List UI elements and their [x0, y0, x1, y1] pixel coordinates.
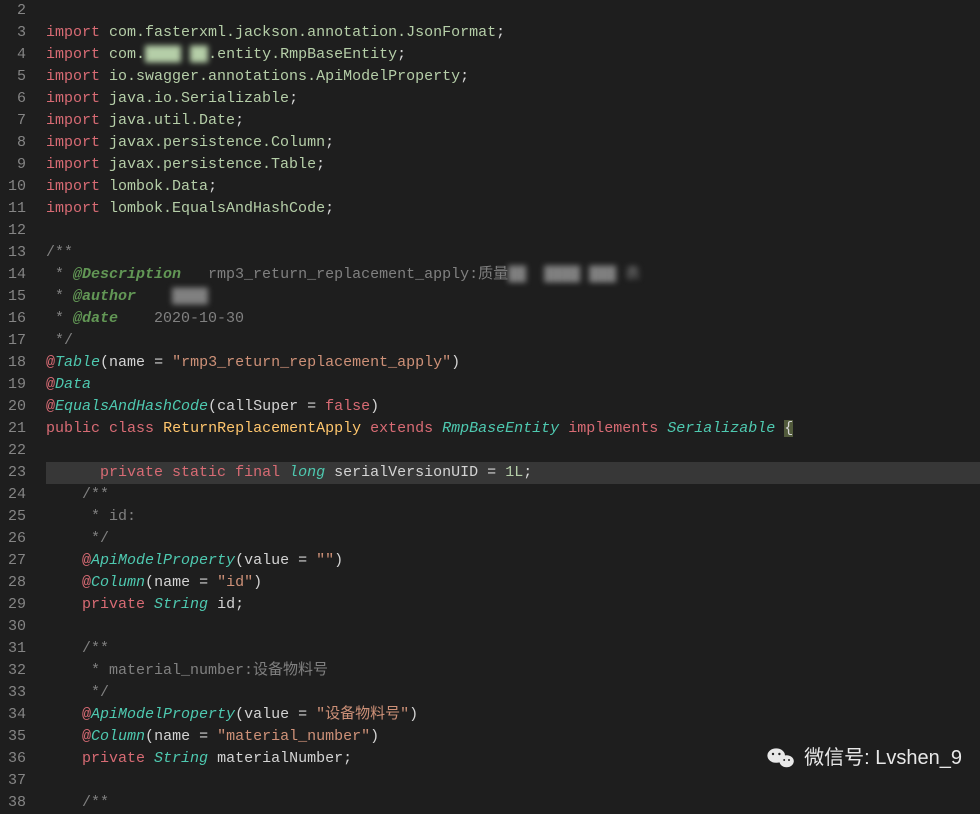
code-line: */: [46, 528, 980, 550]
line-number: 25: [0, 506, 26, 528]
line-number: 29: [0, 594, 26, 616]
code-line: [46, 616, 980, 638]
line-number: 8: [0, 132, 26, 154]
line-number: 15: [0, 286, 26, 308]
line-number: 31: [0, 638, 26, 660]
code-line: private static final long serialVersionU…: [46, 462, 980, 484]
watermark: 微信号: Lvshen_9: [766, 746, 962, 770]
code-line: import com.fasterxml.jackson.annotation.…: [46, 22, 980, 44]
code-line: import lombok.EqualsAndHashCode;: [46, 198, 980, 220]
line-number: 9: [0, 154, 26, 176]
line-number: 36: [0, 748, 26, 770]
code-line: [46, 440, 980, 462]
line-number: 23: [0, 462, 26, 484]
line-number: 20: [0, 396, 26, 418]
code-line: @Column(name = "id"): [46, 572, 980, 594]
code-line: @EqualsAndHashCode(callSuper = false): [46, 396, 980, 418]
line-number: 22: [0, 440, 26, 462]
line-number: 37: [0, 770, 26, 792]
line-number: 11: [0, 198, 26, 220]
line-number: 16: [0, 308, 26, 330]
line-number: 2: [0, 0, 26, 22]
line-number: 26: [0, 528, 26, 550]
code-line: public class ReturnReplacementApply exte…: [46, 418, 980, 440]
code-line: [46, 770, 980, 792]
code-line: */: [46, 682, 980, 704]
line-number: 13: [0, 242, 26, 264]
code-line: import java.io.Serializable;: [46, 88, 980, 110]
line-number: 17: [0, 330, 26, 352]
code-line: * material_number:设备物料号: [46, 660, 980, 682]
code-editor: 2345678910111213141516171819202122232425…: [0, 0, 980, 794]
line-number: 33: [0, 682, 26, 704]
line-number: 35: [0, 726, 26, 748]
code-line: import java.util.Date;: [46, 110, 980, 132]
line-number: 19: [0, 374, 26, 396]
line-number: 32: [0, 660, 26, 682]
code-line: /**: [46, 242, 980, 264]
code-line: */: [46, 330, 980, 352]
line-number: 27: [0, 550, 26, 572]
line-number: 34: [0, 704, 26, 726]
line-number: 38: [0, 792, 26, 814]
code-line: [46, 0, 980, 22]
line-number: 14: [0, 264, 26, 286]
code-line: @ApiModelProperty(value = ""): [46, 550, 980, 572]
code-line: /**: [46, 484, 980, 506]
watermark-text: 微信号: Lvshen_9: [804, 747, 962, 769]
code-line: /**: [46, 638, 980, 660]
line-number: 30: [0, 616, 26, 638]
line-number: 10: [0, 176, 26, 198]
code-line: * id:: [46, 506, 980, 528]
code-area[interactable]: import com.fasterxml.jackson.annotation.…: [36, 0, 980, 794]
line-number: 4: [0, 44, 26, 66]
wechat-icon: [766, 746, 796, 770]
line-number: 12: [0, 220, 26, 242]
code-line: * @date 2020-10-30: [46, 308, 980, 330]
code-line: * @Description rmp3_return_replacement_a…: [46, 264, 980, 286]
code-line: @Table(name = "rmp3_return_replacement_a…: [46, 352, 980, 374]
code-line: * @author ████: [46, 286, 980, 308]
code-line: import javax.persistence.Column;: [46, 132, 980, 154]
code-line: import javax.persistence.Table;: [46, 154, 980, 176]
line-number: 18: [0, 352, 26, 374]
line-number: 21: [0, 418, 26, 440]
code-line: @Column(name = "material_number"): [46, 726, 980, 748]
line-number: 5: [0, 66, 26, 88]
code-line: /**: [46, 792, 980, 814]
line-number: 28: [0, 572, 26, 594]
line-number: 3: [0, 22, 26, 44]
code-line: import com.████ ██.entity.RmpBaseEntity;: [46, 44, 980, 66]
code-line: @ApiModelProperty(value = "设备物料号"): [46, 704, 980, 726]
code-line: @Data: [46, 374, 980, 396]
line-number-gutter: 2345678910111213141516171819202122232425…: [0, 0, 36, 794]
line-number: 7: [0, 110, 26, 132]
code-line: private String id;: [46, 594, 980, 616]
code-line: [46, 220, 980, 242]
code-line: import io.swagger.annotations.ApiModelPr…: [46, 66, 980, 88]
code-line: import lombok.Data;: [46, 176, 980, 198]
line-number: 6: [0, 88, 26, 110]
line-number: 24: [0, 484, 26, 506]
